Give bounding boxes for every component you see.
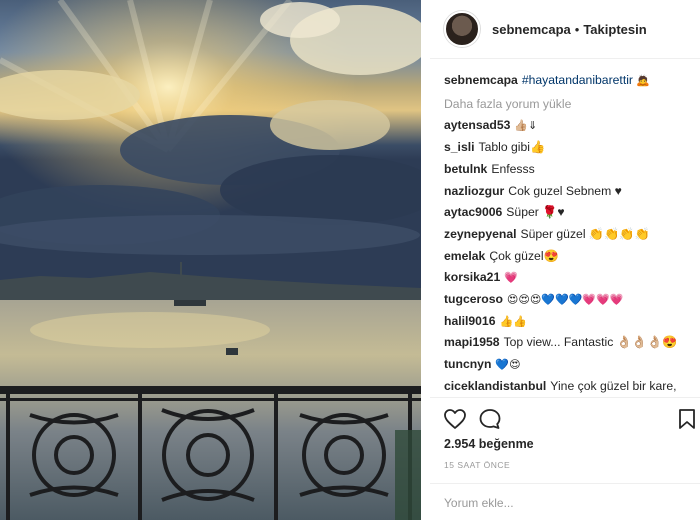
comment-row: aytensad53 👍🏼⇓ <box>444 115 698 137</box>
load-more-comments-link[interactable]: Daha fazla yorum yükle <box>444 94 698 116</box>
comment-username[interactable]: s_isli <box>444 140 475 154</box>
like-count[interactable]: 2.954 beğenme <box>444 437 534 451</box>
comment-row: nazliozgur Cok guzel Sebnem ♥ <box>444 181 698 203</box>
comment-row: emelak Çok güzel😍 <box>444 246 698 268</box>
add-comment-bar: Yorum ekle... <box>430 483 700 521</box>
comment-text: Top view... Fantastic 👌🏼👌🏼👌🏼😍 <box>503 335 678 350</box>
post-header: sebnemcapa • Takiptesin <box>430 0 700 59</box>
comment-username[interactable]: betulnk <box>444 162 487 176</box>
comment-username[interactable]: mapi1958 <box>444 335 500 349</box>
comment-text: Çok güzel😍 <box>489 248 559 263</box>
comments-list: sebnemcapa #hayatandanibarettir 🙇 Daha fa… <box>444 70 698 396</box>
caption-username[interactable]: sebnemcapa <box>444 73 518 87</box>
post-modal: sebnemcapa • Takiptesin sebnemcapa #hayat… <box>0 0 700 520</box>
author-username[interactable]: sebnemcapa <box>492 22 571 37</box>
comment-row: aytac9006 Süper 🌹♥ <box>444 202 698 224</box>
comment-text: 💙😍 <box>495 358 521 372</box>
comment-input[interactable]: Yorum ekle... <box>444 496 514 510</box>
comment-username[interactable]: halil9016 <box>444 314 496 328</box>
comment-row: mapi1958 Top view... Fantastic 👌🏼👌🏼👌🏼😍 <box>444 332 698 354</box>
comment-username[interactable]: zeynepyenal <box>444 227 516 241</box>
speech-bubble-icon[interactable] <box>478 407 502 431</box>
comment-row: korsika21 💗 <box>444 267 698 289</box>
comment-row: s_isli Tablo gibi👍 <box>444 137 698 159</box>
comment-username[interactable]: nazliozgur <box>444 184 504 198</box>
post-timestamp[interactable]: 15 SAAT ÖNCE <box>444 460 510 470</box>
comment-username[interactable]: tuncnyn <box>444 357 491 371</box>
post-sidebar: sebnemcapa • Takiptesin sebnemcapa #hayat… <box>430 0 700 520</box>
comment-text: Süper güzel 👏👏👏👏 <box>520 226 650 241</box>
comment-text: 👍🏼⇓ <box>514 119 538 133</box>
avatar[interactable] <box>444 11 480 47</box>
comment-username[interactable]: korsika21 <box>444 270 500 284</box>
comment-username[interactable]: ciceklandistanbul <box>444 379 546 393</box>
action-bar <box>430 397 700 438</box>
comment-username[interactable]: tugceroso <box>444 292 503 306</box>
comment-text: 💗 <box>504 271 518 285</box>
sunset-bosphorus-image <box>0 0 421 520</box>
caption-hashtag[interactable]: #hayatandanibarettir <box>522 73 633 87</box>
comment-row: zeynepyenal Süper güzel 👏👏👏👏 <box>444 224 698 246</box>
post-caption: sebnemcapa #hayatandanibarettir 🙇 <box>444 70 698 92</box>
comment-row: tugceroso 😍😍😍💙💙💙💗💗💗 <box>444 289 698 311</box>
comment-text: Tablo gibi👍 <box>478 140 546 155</box>
comment-text: 😍😍😍💙💙💙💗💗💗 <box>506 293 624 307</box>
comment-text: 👍👍 <box>499 314 527 328</box>
comment-text: Süper 🌹♥ <box>506 205 565 220</box>
comment-row: betulnk Enfesss <box>444 159 698 181</box>
comment-text: Enfesss <box>491 161 535 176</box>
caption-emoji: 🙇 <box>636 74 651 87</box>
comment-username[interactable]: emelak <box>444 249 485 263</box>
separator-dot: • <box>574 21 580 37</box>
comment-row: ciceklandistanbul Yine çok güzel bir kare… <box>444 376 698 396</box>
comment-row: tuncnyn 💙😍 <box>444 354 698 376</box>
bookmark-icon[interactable] <box>675 407 699 431</box>
comment-username[interactable]: aytac9006 <box>444 205 502 219</box>
comment-text: Cok guzel Sebnem ♥ <box>508 183 622 198</box>
comment-username[interactable]: aytensad53 <box>444 118 510 132</box>
comment-row: halil9016 👍👍 <box>444 311 698 333</box>
follow-status-button[interactable]: Takiptesin <box>583 22 646 37</box>
post-photo[interactable] <box>0 0 421 520</box>
heart-icon[interactable] <box>443 407 467 431</box>
